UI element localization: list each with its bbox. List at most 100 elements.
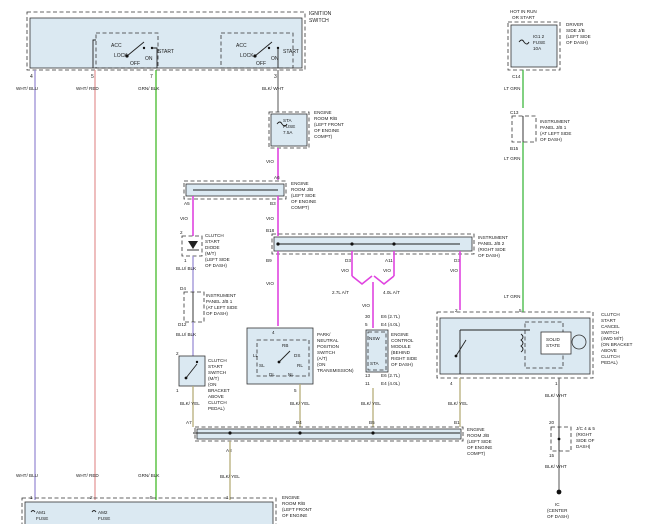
wire-label: BLU/ BLK	[176, 332, 197, 337]
switch-off-label: OFF	[130, 61, 140, 67]
engine-jb-label: COMPT)	[291, 205, 310, 210]
jc-label: DASH)	[576, 444, 591, 449]
ig1-fuse-label: IG1 2	[533, 34, 545, 39]
pin-label: 5	[91, 74, 94, 80]
ground-label: (CENTER	[547, 508, 568, 513]
engine-jb-label: ENGINE	[291, 181, 309, 186]
solid-state-label: SOLID	[546, 337, 560, 342]
engine-rb-label: ENGINE	[314, 110, 332, 115]
switch-lock-label-2: LOCK	[240, 53, 254, 59]
switch-acc-label-2: ACC	[236, 43, 247, 49]
jb1-label: OF DASH)	[206, 311, 228, 316]
engine-rb-bottom-label: ENGINE	[282, 495, 300, 500]
engine-rb-bottom-label: (LEFT FRONT	[282, 507, 312, 512]
engine-rb-label: OF ENGINE	[314, 128, 339, 133]
switch-off-label-2: OFF	[256, 61, 266, 67]
wire-label: VIO	[180, 216, 188, 221]
cancel-switch-label: CLUTCH	[601, 312, 620, 317]
pn-label: NL	[288, 372, 294, 377]
solid-state-label: STATE	[546, 343, 560, 348]
engine-rb-bottom: 1 2 5 1 AM1 FUSE AM2 FUSE ENGINE ROOM R/…	[21, 495, 312, 524]
wire-label: WHT/ BLU	[16, 86, 38, 91]
pin-label: D3	[345, 258, 351, 263]
jb1-top-label: PANEL J/B 1	[540, 125, 567, 130]
switch-acc-label: ACC	[111, 43, 122, 49]
jb1-top-label: INSTRUMENT	[540, 119, 570, 124]
jb2-label: OF DASH)	[478, 253, 500, 258]
wire-label: BLK/ YEL	[180, 401, 200, 406]
wire-vio-merge	[373, 275, 395, 286]
ecm-pin-label: NSW	[369, 336, 380, 341]
clutch-switch-label: CLUTCH	[208, 400, 227, 405]
engine-jb-upper: A6 A5 B3 ENGINE ROOM J/B (LEFT SIDE OF E…	[183, 175, 316, 210]
clutch-switch-label: (M/T)	[208, 376, 219, 381]
wire-label: WHT/ RED	[76, 473, 99, 478]
clutch-start-diode: 2 1 CLUTCH START DIODE (M/T) (LEFT SIDE …	[180, 230, 230, 268]
driver-jb-label: OF DASH)	[566, 40, 588, 45]
pin-label: 1	[226, 495, 229, 500]
ecm-label: OF DASH)	[391, 362, 413, 367]
cancel-switch-label: SWITCH	[601, 330, 619, 335]
ecm-label: ENGINE	[391, 332, 409, 337]
pin-label: 2	[90, 495, 93, 500]
wire-label: BLU/ BLK	[176, 266, 197, 271]
pin-label: 4	[272, 330, 275, 335]
wire-label: BLK/ YEL	[448, 401, 468, 406]
ecm-label: MODULE	[391, 344, 411, 349]
sta-fuse-label-2: FUSE	[283, 124, 295, 129]
ground-icon	[556, 489, 562, 495]
driver-jb-label: DRIVER	[566, 22, 584, 27]
pin-label: B9	[266, 258, 272, 263]
hot-label: HOT IN RUN	[510, 9, 537, 14]
pin-label: 5	[294, 388, 297, 393]
wire-label: VIO	[362, 303, 370, 308]
engine-jb-lower: A7 B4 B5 B1 A8 ENGINE ROOM J/B (LEFT SID…	[186, 420, 492, 456]
cancel-switch-label: ABOVE	[601, 348, 617, 353]
pin-label: B3	[270, 201, 276, 206]
wiring-diagram: IGNITION SWITCH ACC LOCK ON OFF START AC…	[0, 0, 650, 524]
pin-label: 1	[555, 381, 558, 386]
clutch-switch-label: PEDAL)	[208, 406, 225, 411]
am1-fuse-label: AM1	[36, 510, 46, 515]
wire-label: LT GRN	[504, 294, 520, 299]
pin-label: C13	[510, 110, 519, 115]
jb1-label: PANEL J/B 1	[206, 299, 233, 304]
wire-vio-merge	[351, 275, 373, 286]
cancel-switch-label: CANCEL	[601, 324, 620, 329]
engine-jb-label: ROOM J/B	[291, 187, 313, 192]
switch-start-label: START	[158, 49, 174, 55]
engine-jb-lower-label: ENGINE	[467, 427, 485, 432]
pin-label: D4	[180, 286, 186, 291]
pin-label: D12	[178, 322, 187, 327]
wire-label: BLK/ WHT	[545, 393, 567, 398]
pin-label: B18	[266, 228, 275, 233]
diode-label: CLUTCH	[205, 233, 224, 238]
inst-panel-jb1-mid: D4 D12 INSTRUMENT PANEL J/B 1 (AT LEFT S…	[178, 286, 237, 327]
wire-label: BLK/ YEL	[361, 401, 381, 406]
pin-label: A6	[274, 175, 280, 180]
jc-label: J/C 4 & 5	[576, 426, 595, 431]
pin-label: C14	[512, 74, 521, 79]
wire-label: GRN/ BLK	[138, 86, 160, 91]
pin-label: 30	[365, 314, 371, 319]
pin-label: 5	[150, 495, 153, 500]
pin-label: 1	[184, 258, 187, 263]
pin-label: 2	[176, 351, 179, 356]
pin-label: B15	[510, 146, 519, 151]
engine-jb-label: OF ENGINE	[291, 199, 316, 204]
clutch-switch-label: SWITCH	[208, 370, 226, 375]
wire-label: BLK/ YEL	[220, 474, 240, 479]
pin-label: B1	[454, 420, 460, 425]
cancel-switch-label: CLUTCH	[601, 354, 620, 359]
pin-label: 2	[455, 308, 458, 313]
pin-label: 11	[365, 381, 370, 386]
cancel-switch-label: (4WD M/T)	[601, 336, 624, 341]
wire-label: LT GRN	[504, 86, 520, 91]
pn-label: SL	[259, 363, 265, 368]
pin-label: 2	[180, 230, 183, 235]
am1-fuse-label: FUSE	[36, 516, 48, 521]
pin-label: 5	[519, 308, 522, 313]
diode-label: START	[205, 239, 220, 244]
wire-label: VIO	[450, 268, 458, 273]
inst-panel-jb2: B18 B9 D3 A11 D3 INSTRUMENT PANEL J/B 2 …	[266, 228, 508, 263]
